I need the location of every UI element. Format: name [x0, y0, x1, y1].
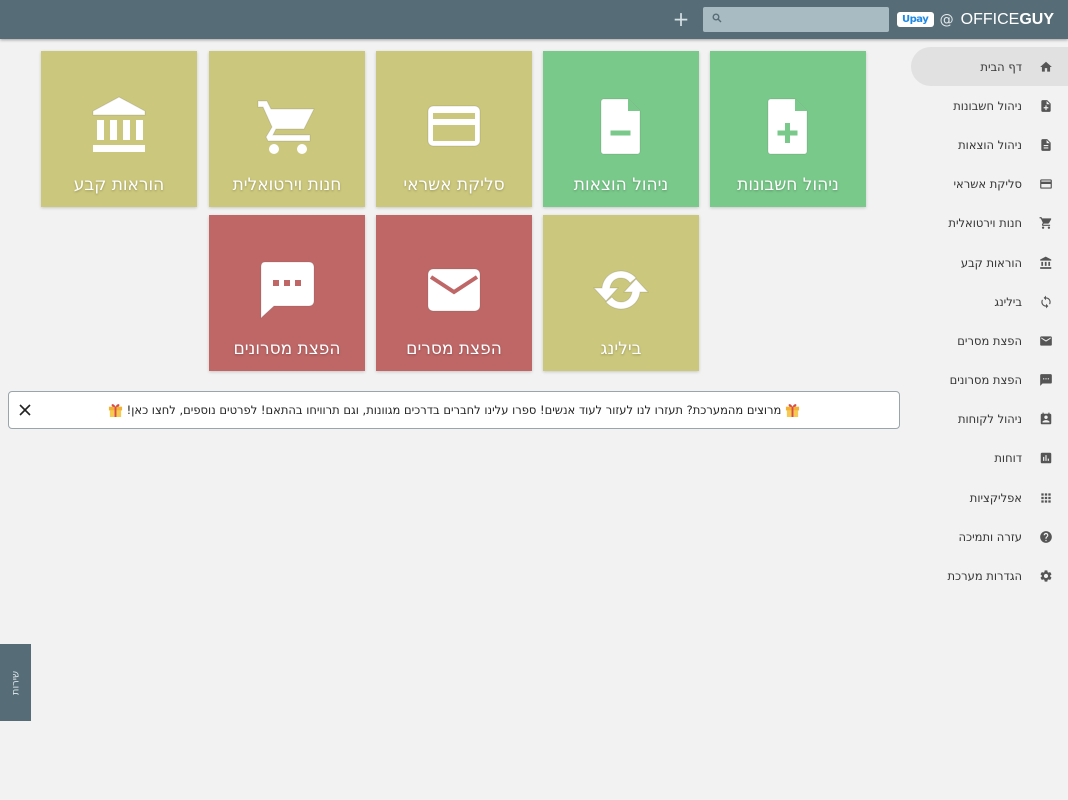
- credit-card-icon: [427, 105, 481, 147]
- sms-icon: [260, 261, 315, 320]
- sidebar-item-invoices[interactable]: ניהול חשבונות: [910, 86, 1068, 125]
- contacts-icon: [1038, 411, 1054, 427]
- top-bar: + Upay @ OFFICE GUY: [0, 0, 1068, 39]
- credit-card-icon: [1038, 176, 1054, 192]
- close-icon[interactable]: [16, 401, 34, 419]
- sync-icon: [1038, 294, 1054, 310]
- sidebar-item-label: אפליקציות: [969, 490, 1022, 505]
- tile-expenses[interactable]: ניהול הוצאות: [543, 51, 699, 207]
- sidebar: דף הבית ניהול חשבונות ניהול הוצאות סליקת…: [910, 39, 1068, 800]
- sync-icon: [592, 270, 650, 310]
- sidebar-item-home[interactable]: דף הבית: [911, 47, 1068, 87]
- service-tab[interactable]: שירות: [0, 644, 31, 721]
- brand-name-light: OFFICE: [960, 10, 1020, 28]
- help-icon: [1038, 529, 1054, 545]
- sms-icon: [1038, 372, 1054, 388]
- tile-standing-orders[interactable]: הוראות קבע: [41, 51, 197, 207]
- invoice-add-icon: [1038, 98, 1054, 114]
- sidebar-item-label: סליקת אשראי: [953, 177, 1022, 192]
- add-button[interactable]: +: [670, 8, 692, 30]
- tile-credit[interactable]: סליקת אשראי: [376, 51, 532, 207]
- cart-icon: [257, 100, 315, 154]
- tile-label: הוראות קבע: [73, 175, 165, 195]
- banner-text: מרוצים מהמערכת? תעזרו לנו לעזור לעוד אנש…: [126, 403, 782, 417]
- settings-icon: [1038, 568, 1054, 584]
- sidebar-item-standing-orders[interactable]: הוראות קבע: [910, 243, 1068, 282]
- sidebar-item-billing[interactable]: בילינג: [910, 282, 1068, 321]
- tile-label: הפצת מסרונים: [233, 339, 341, 359]
- sidebar-item-label: דף הבית: [980, 59, 1022, 74]
- chart-icon: [1038, 450, 1054, 466]
- sidebar-item-settings[interactable]: הגדרות מערכת: [910, 556, 1068, 595]
- banner-link[interactable]: מרוצים מהמערכת? תעזרו לנו לעזור לעוד אנש…: [39, 392, 869, 428]
- bank-icon: [1038, 255, 1054, 271]
- tile-sms[interactable]: הפצת מסרונים: [209, 215, 365, 371]
- tile-label: ניהול חשבונות: [737, 175, 839, 195]
- brand-at: @: [939, 11, 954, 28]
- tile-label: ניהול הוצאות: [573, 175, 669, 195]
- sidebar-item-label: ניהול חשבונות: [953, 98, 1022, 113]
- mail-icon: [427, 268, 481, 312]
- tile-mail[interactable]: הפצת מסרים: [376, 215, 532, 371]
- bank-icon: [92, 96, 146, 152]
- apps-icon: [1038, 490, 1054, 506]
- search-icon: [712, 13, 722, 23]
- sidebar-item-sms[interactable]: הפצת מסרונים: [910, 361, 1068, 400]
- document-minus-icon: [600, 98, 641, 155]
- sidebar-item-label: הפצת מסרונים: [949, 373, 1022, 388]
- sidebar-item-mail[interactable]: הפצת מסרים: [910, 321, 1068, 360]
- gift-icon: [108, 404, 123, 417]
- sidebar-item-credit[interactable]: סליקת אשראי: [910, 165, 1068, 204]
- tile-label: סליקת אשראי: [403, 175, 505, 195]
- brand[interactable]: Upay @ OFFICE GUY: [896, 0, 1054, 39]
- tile-label: הפצת מסרים: [406, 339, 502, 359]
- referral-banner: מרוצים מהמערכת? תעזרו לנו לעזור לעוד אנש…: [8, 391, 900, 429]
- tile-label: בילינג: [600, 339, 642, 359]
- brand-name-bold: GUY: [1019, 10, 1054, 28]
- sidebar-item-customers[interactable]: ניהול לקוחות: [910, 400, 1068, 439]
- tile-billing[interactable]: בילינג: [543, 215, 699, 371]
- upay-logo: Upay: [896, 12, 934, 27]
- logo-text: Upay: [902, 14, 929, 25]
- document-icon: [1038, 137, 1054, 153]
- sidebar-item-label: ניהול הוצאות: [958, 137, 1022, 152]
- search-input[interactable]: [703, 7, 889, 32]
- sidebar-item-expenses[interactable]: ניהול הוצאות: [910, 125, 1068, 164]
- cart-icon: [1038, 215, 1054, 231]
- sidebar-item-help[interactable]: עזרה ותמיכה: [910, 517, 1068, 556]
- sidebar-item-reports[interactable]: דוחות: [910, 439, 1068, 478]
- sidebar-item-label: בילינג: [994, 294, 1022, 309]
- gift-icon: [785, 404, 800, 417]
- sidebar-item-label: הפצת מסרים: [957, 333, 1022, 348]
- sidebar-item-label: חנות וירטואלית: [948, 216, 1022, 231]
- sidebar-item-label: דוחות: [994, 451, 1022, 466]
- tile-label: חנות וירטואלית: [232, 175, 342, 195]
- tile-store[interactable]: חנות וירטואלית: [209, 51, 365, 207]
- service-tab-label: שירות: [10, 670, 21, 695]
- sidebar-item-store[interactable]: חנות וירטואלית: [910, 204, 1068, 243]
- sidebar-item-label: ניהול לקוחות: [957, 412, 1022, 427]
- invoice-add-icon: [767, 98, 808, 155]
- home-icon: [1038, 59, 1054, 75]
- tile-invoices[interactable]: ניהול חשבונות: [710, 51, 866, 207]
- sidebar-item-label: הגדרות מערכת: [947, 569, 1022, 584]
- sidebar-item-label: עזרה ותמיכה: [958, 529, 1022, 544]
- sidebar-item-apps[interactable]: אפליקציות: [910, 478, 1068, 517]
- sidebar-item-label: הוראות קבע: [960, 255, 1022, 270]
- mail-icon: [1038, 333, 1054, 349]
